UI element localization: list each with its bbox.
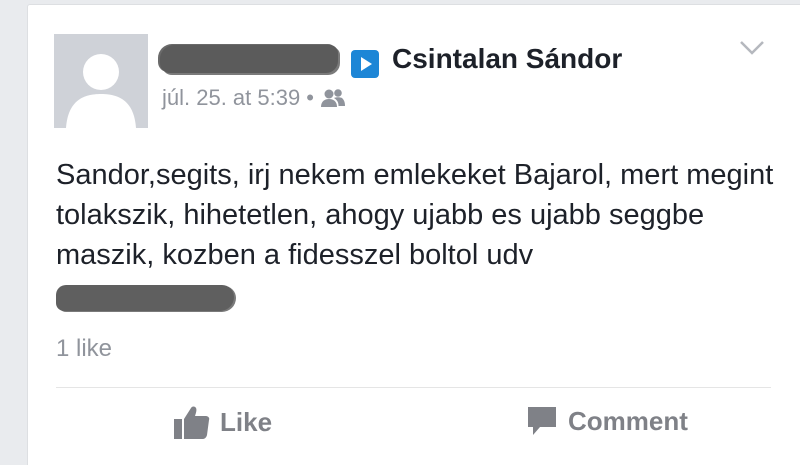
- post-card: Csintalan Sándor júl. 25. at 5:39 • Sand…: [27, 4, 800, 465]
- like-count[interactable]: 1 like: [56, 335, 112, 363]
- like-button[interactable]: Like: [174, 405, 272, 439]
- like-label: Like: [220, 406, 273, 437]
- friends-icon[interactable]: [320, 87, 346, 109]
- post-timestamp[interactable]: júl. 25. at 5:39: [162, 85, 300, 111]
- comment-bubble-icon: [526, 405, 558, 437]
- post-meta: júl. 25. at 5:39 •: [162, 85, 346, 111]
- author-avatar[interactable]: [54, 34, 148, 128]
- shared-to-arrow-icon: [351, 50, 379, 78]
- comment-label: Comment: [568, 405, 688, 436]
- meta-separator: •: [306, 85, 314, 110]
- post-body-text: Sandor,segits, irj nekem emlekeket Bajar…: [56, 159, 774, 271]
- redacted-author-name: [160, 45, 338, 73]
- redacted-signature: [56, 285, 234, 311]
- post-options-chevron-icon[interactable]: [738, 39, 766, 57]
- thumbs-up-icon: [174, 405, 210, 439]
- comment-button[interactable]: Comment: [526, 405, 688, 437]
- action-divider: [56, 387, 771, 388]
- target-profile-name[interactable]: Csintalan Sándor: [392, 43, 622, 75]
